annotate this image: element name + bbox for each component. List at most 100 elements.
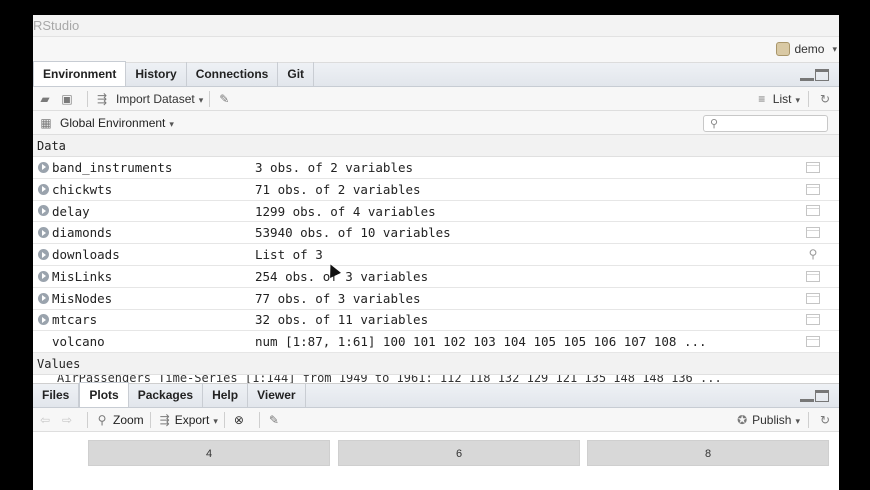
view-table-icon[interactable] [806,205,820,217]
chevron-down-icon: ▾ [213,415,218,426]
data-section-header: Data [33,135,839,157]
project-name: demo [794,42,825,56]
env-row-delay[interactable]: delay 1299 obs. of 4 variables [33,201,839,223]
variable-value: 32 obs. of 11 variables [255,312,429,328]
chevron-down-icon: ▾ [198,94,204,105]
view-table-icon[interactable] [806,292,820,304]
expand-arrow-icon[interactable] [38,227,49,239]
maximize-icon[interactable] [815,390,829,403]
variable-value: 1299 obs. of 4 variables [255,203,436,219]
inspect-icon[interactable]: ⚲ [806,244,820,265]
env-row-downloads[interactable]: downloads List of 3 ⚲ [33,244,839,266]
tab-git[interactable]: Git [278,62,315,86]
toolbar-separator [258,411,260,428]
refresh-icon[interactable]: ↻ [817,413,833,427]
tab-files[interactable]: Files [33,383,80,408]
toolbar-separator [87,90,88,107]
search-input[interactable] [726,117,824,130]
plot-button-4[interactable]: 4 [88,440,330,467]
env-row-chickwts[interactable]: chickwts 71 obs. of 2 variables [33,179,839,201]
environment-scope-bar: ▦ Global Environment ▾ ⚲ [33,111,839,135]
app-title: RStudio [33,15,839,37]
view-table-icon[interactable] [806,314,820,326]
tab-connections[interactable]: Connections [187,62,279,86]
minimize-icon[interactable] [800,69,814,81]
zoom-icon: ⚲ [97,412,107,427]
variable-name: mtcars [52,312,98,328]
import-dataset-button[interactable]: Import Dataset ▾ [116,92,203,106]
maximize-icon[interactable] [815,69,829,81]
publish-icon: ✪ [737,413,748,428]
save-icon[interactable]: ▣ [59,92,75,106]
values-row-partial: AirPassengers Time-Series [1:144] from 1… [57,375,722,384]
tab-help[interactable]: Help [203,383,249,408]
project-menu[interactable]: demo ▾ [776,42,837,56]
toolbar-separator [808,412,809,429]
publish-button[interactable]: ✪ Publish ▾ [734,413,800,427]
env-row-mtcars[interactable]: mtcars 32 obs. of 11 variables [33,310,839,332]
chevron-down-icon: ▾ [832,43,837,54]
remove-plot-icon[interactable]: ⊗ [231,413,247,427]
tab-packages[interactable]: Packages [129,383,204,408]
environment-rows: band_instruments 3 obs. of 2 variables chi… [33,157,839,354]
expand-arrow-icon[interactable] [38,314,49,326]
back-arrow-icon[interactable]: ⇦ [37,413,53,427]
tab-viewer[interactable]: Viewer [248,383,306,408]
pane-window-controls [800,69,829,81]
tab-environment[interactable]: Environment [33,61,127,86]
toolbar-separator [209,90,211,107]
view-table-icon[interactable] [806,161,820,173]
forward-arrow-icon[interactable]: ⇨ [59,413,75,427]
environment-pane: Environment History Connections Git ▰ ▣ … [33,61,839,385]
view-table-icon[interactable] [806,336,820,348]
chevron-down-icon: ▾ [169,118,174,129]
variable-value: 3 obs. of 2 variables [255,159,414,175]
refresh-icon[interactable]: ↻ [817,92,833,106]
view-table-icon[interactable] [806,227,820,239]
plot-button-8[interactable]: 8 [587,440,829,467]
export-icon: ⇶ [159,412,170,427]
expand-arrow-icon[interactable] [38,249,49,261]
files-tabs: Files Plots Packages Help Viewer [33,382,839,409]
environment-search: ⚲ [703,115,828,132]
pane-window-controls [800,390,829,403]
variable-name: delay [52,203,90,219]
open-folder-icon[interactable]: ▰ [37,92,53,106]
environment-scope-dropdown[interactable]: Global Environment ▾ [60,116,174,130]
list-view-button[interactable]: ≡ List ▾ [754,92,800,106]
expand-arrow-icon[interactable] [38,292,49,304]
expand-arrow-icon[interactable] [38,161,49,173]
environment-scope-label: Global Environment [60,115,166,130]
view-table-icon[interactable] [806,270,820,282]
env-row-volcano[interactable]: volcano num [1:87, 1:61] 100 101 102 103 … [33,331,839,354]
export-button[interactable]: ⇶ Export ▾ [157,413,218,427]
tab-history[interactable]: History [126,62,187,86]
files-pane: Files Plots Packages Help Viewer ⇦ ⇨ ⚲ Zo… [33,382,839,490]
env-toolbar: ▰ ▣ ⇶ Import Dataset ▾ ✎ ≡ List ▾ ↻ [33,87,839,111]
variable-value: List of 3 [255,247,323,263]
variable-name: downloads [52,247,120,263]
zoom-label: Zoom [113,412,144,427]
env-row-band-instruments[interactable]: band_instruments 3 obs. of 2 variables [33,157,839,179]
env-row-misnodes[interactable]: MisNodes 77 obs. of 3 variables [33,288,839,310]
broom-icon[interactable]: ✎ [216,92,232,106]
minimize-icon[interactable] [800,390,814,403]
env-row-mislinks[interactable]: MisLinks 254 obs. of 3 variables [33,266,839,288]
zoom-button[interactable]: ⚲ Zoom [94,413,144,427]
toolbar-separator [808,91,809,107]
expand-arrow-icon[interactable] [38,183,49,195]
plot-button-6[interactable]: 6 [338,440,580,467]
rstudio-window: RStudio demo ▾ Environment History Conne… [33,15,839,490]
toolbar-separator [149,411,151,428]
env-toolbar-right: ≡ List ▾ ↻ [754,91,833,107]
env-row-diamonds[interactable]: diamonds 53940 obs. of 10 variables [33,222,839,245]
expand-arrow-icon[interactable] [38,205,49,217]
toolbar-separator [223,411,225,428]
database-icon: ▦ [40,115,52,130]
toolbar-separator [87,411,88,428]
view-table-icon[interactable] [806,183,820,195]
expand-arrow-icon[interactable] [38,270,49,282]
broom-icon[interactable]: ✎ [266,413,282,427]
import-icon: ⇶ [96,91,108,106]
tab-plots[interactable]: Plots [79,382,129,408]
